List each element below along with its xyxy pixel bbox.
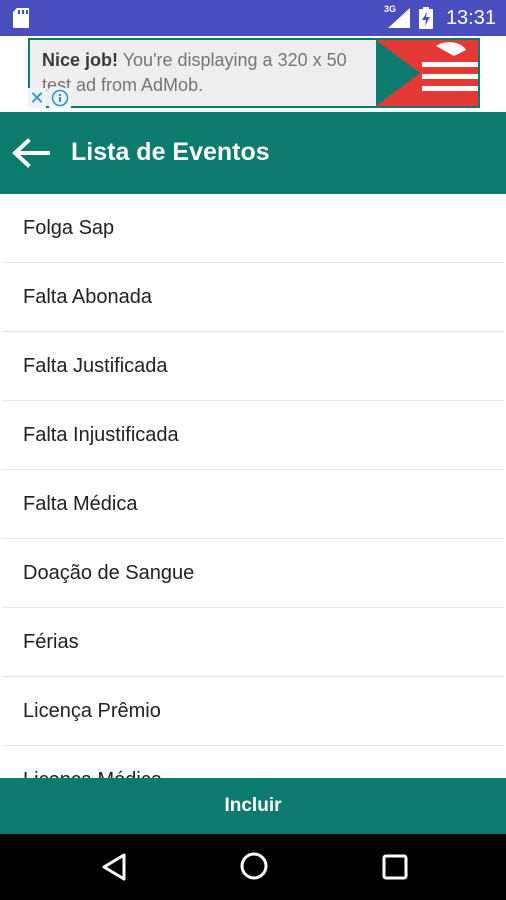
list-item[interactable]: Falta Médica xyxy=(2,470,504,539)
list-item[interactable]: Doação de Sangue xyxy=(2,539,504,608)
ad-info-icon[interactable] xyxy=(49,88,71,108)
app-toolbar: Lista de Eventos xyxy=(0,112,506,194)
event-list[interactable]: Folga Sap Falta Abonada Falta Justificad… xyxy=(2,194,504,778)
list-item[interactable]: Falta Abonada xyxy=(2,263,504,332)
ad-text: Nice job! You're displaying a 320 x 50 t… xyxy=(42,48,372,98)
recents-square-icon[interactable] xyxy=(382,854,408,880)
status-bar: 3G 13:31 xyxy=(0,0,506,36)
list-item[interactable]: Férias xyxy=(2,608,504,677)
back-arrow-icon[interactable] xyxy=(10,136,50,170)
list-item[interactable]: Licença Médica xyxy=(2,746,504,779)
clock: 13:31 xyxy=(445,6,496,29)
ad-headline: Nice job! xyxy=(42,50,119,70)
home-circle-icon[interactable] xyxy=(239,851,269,881)
ad-content[interactable]: Nice job! You're displaying a 320 x 50 t… xyxy=(28,38,480,108)
ad-image xyxy=(376,40,478,106)
list-item[interactable]: Folga Sap xyxy=(2,194,504,263)
back-triangle-icon[interactable] xyxy=(100,852,128,882)
page-title: Lista de Eventos xyxy=(71,138,270,166)
sd-card-icon xyxy=(13,8,29,28)
battery-charging-icon xyxy=(418,7,433,29)
list-item[interactable]: Falta Justificada xyxy=(2,332,504,401)
ad-banner[interactable]: Nice job! You're displaying a 320 x 50 t… xyxy=(0,36,506,110)
list-item[interactable]: Falta Injustificada xyxy=(2,401,504,470)
ad-close-icon[interactable]: ✕ xyxy=(28,88,46,108)
include-button[interactable]: Incluir xyxy=(0,778,506,834)
system-nav-bar xyxy=(0,834,506,900)
signal-icon: 3G xyxy=(384,4,412,30)
list-item[interactable]: Licença Prêmio xyxy=(2,677,504,746)
